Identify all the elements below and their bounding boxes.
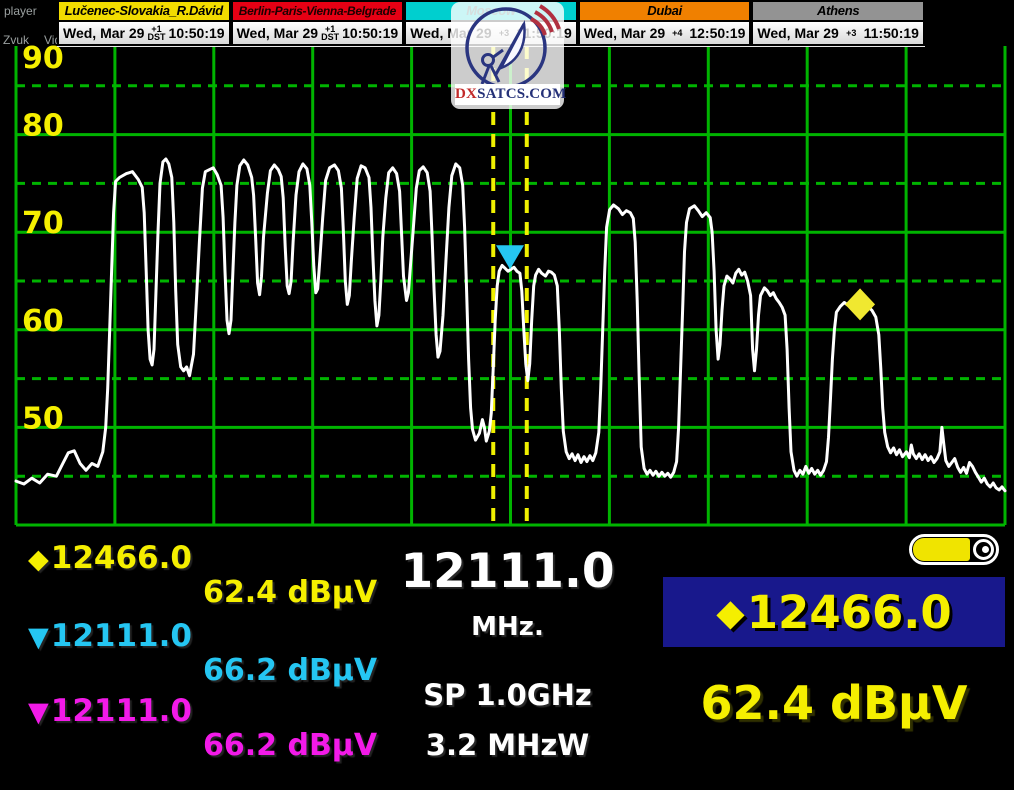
clock-timezone: +1DST [321, 25, 339, 41]
y-axis-tick-label: 60 [22, 304, 64, 339]
clock-city-label: Athens [751, 0, 925, 22]
battery-level-fill [913, 538, 970, 561]
clock-lucenec: Lučenec-Slovakia_R.Dávid Wed, Mar 29 +1D… [57, 0, 231, 46]
clock-dubai: Dubai Wed, Mar 29 +4 12:50:19 [578, 0, 752, 46]
marker-level: 66.2 dBµV [203, 655, 377, 687]
logo-wordmark: DXSATCS.COM [455, 84, 560, 105]
diamond-plot-marker-icon [845, 288, 875, 320]
marker-frequency: ▼12111.0 [28, 695, 192, 729]
clock-time: 10:50:19 [169, 25, 225, 41]
clock-time: 12:50:19 [689, 25, 745, 41]
marker-level: 66.2 dBµV [203, 730, 377, 762]
clock-timezone: +1DST [147, 25, 165, 41]
battery-cap-highlight [982, 546, 989, 553]
marker-level: 62.4 dBµV [203, 577, 377, 609]
diamond-marker-icon: ◆ [716, 591, 744, 634]
triangle-down-plot-marker-icon [496, 245, 524, 269]
active-marker-frequency: 12466.0 [747, 586, 952, 639]
clock-date: Wed, Mar 29 [237, 25, 318, 41]
clock-date: Wed, Mar 29 [757, 25, 838, 41]
spectrum-analyzer-screen: player Zvuk Vid 9080706050 Lučenec-Slova… [0, 0, 1014, 790]
battery-icon [909, 534, 999, 565]
clock-date: Wed, Mar 29 [584, 25, 665, 41]
active-marker-level: 62.4 dBµV [663, 676, 1005, 730]
diamond-marker-icon: ◆ [28, 544, 49, 575]
clock-time-row: Wed, Mar 29 +1DST 10:50:19 [231, 22, 405, 46]
dxsatcs-logo: DXSATCS.COM [451, 2, 564, 109]
clock-timezone: +3 [846, 29, 856, 37]
clock-time: 10:50:19 [342, 25, 398, 41]
marker-frequency: ▼12111.0 [28, 620, 192, 654]
center-frequency-unit: MHz. [400, 612, 615, 642]
active-marker-panel: ◆12466.0 [663, 577, 1005, 647]
clock-city-label: Berlin-Paris-Vienna-Belgrade [231, 0, 405, 22]
clock-city-label: Dubai [578, 0, 752, 22]
y-axis-tick-label: 50 [22, 401, 64, 436]
clock-athens: Athens Wed, Mar 29 +3 11:50:19 [751, 0, 925, 46]
clock-date: Wed, Mar 29 [63, 25, 144, 41]
clock-timezone: +4 [672, 29, 682, 37]
span-setting: SP 1.0GHz [400, 678, 615, 712]
clock-time: 11:50:19 [864, 25, 919, 41]
y-axis-tick-label: 80 [22, 109, 64, 144]
menu-item-player[interactable]: player [4, 4, 37, 18]
clock-time-row: Wed, Mar 29 +3 11:50:19 [751, 22, 925, 46]
triangle-down-marker-icon: ▼ [28, 622, 49, 653]
center-frequency-value: 12111.0 [400, 544, 615, 599]
bandwidth-setting: 3.2 MHzW [400, 728, 615, 762]
clock-city-label: Lučenec-Slovakia_R.Dávid [57, 0, 231, 22]
clock-berlin: Berlin-Paris-Vienna-Belgrade Wed, Mar 29… [231, 0, 405, 46]
marker-frequency: ◆12466.0 [28, 542, 192, 576]
measurement-readout-panel: ◆12466.0 62.4 dBµV ▼12111.0 66.2 dBµV ▼1… [0, 530, 1014, 790]
triangle-down-marker-icon: ▼ [28, 697, 49, 728]
menu-item-audio[interactable]: Zvuk [3, 33, 29, 47]
clock-time-row: Wed, Mar 29 +1DST 10:50:19 [57, 22, 231, 46]
y-axis-tick-label: 70 [22, 206, 64, 241]
clock-time-row: Wed, Mar 29 +4 12:50:19 [578, 22, 752, 46]
